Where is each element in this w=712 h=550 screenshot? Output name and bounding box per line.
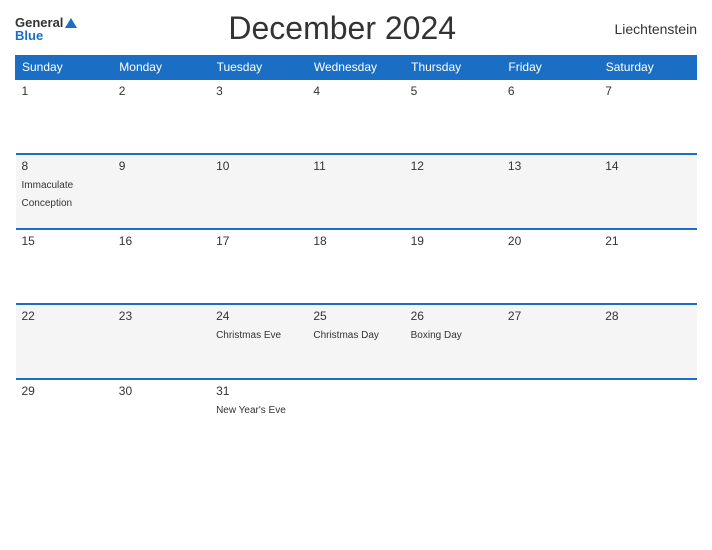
header-tuesday: Tuesday [210,56,307,80]
day-cell-w5-d7 [599,379,696,444]
calendar-table: Sunday Monday Tuesday Wednesday Thursday… [15,55,697,444]
day-cell-w3-d6: 20 [502,229,599,304]
day-number: 20 [508,234,593,248]
day-cell-w3-d2: 16 [113,229,210,304]
day-cell-w2-d3: 10 [210,154,307,229]
day-number: 3 [216,84,301,98]
holiday-name: New Year's Eve [216,405,286,416]
day-cell-w1-d2: 2 [113,79,210,154]
day-number: 4 [313,84,398,98]
holiday-name: Christmas Day [313,330,379,341]
day-cell-w2-d1: 8 Immaculate Conception [16,154,113,229]
day-cell-w3-d5: 19 [405,229,502,304]
day-cell-w2-d2: 9 [113,154,210,229]
day-number: 10 [216,159,301,173]
day-cell-w2-d4: 11 [307,154,404,229]
day-cell-w5-d4 [307,379,404,444]
day-number: 2 [119,84,204,98]
day-cell-w2-d6: 13 [502,154,599,229]
holiday-name: Boxing Day [411,330,462,341]
week-row-2: 8 Immaculate Conception 9 10 11 12 13 14 [16,154,697,229]
header-thursday: Thursday [405,56,502,80]
day-cell-w3-d4: 18 [307,229,404,304]
calendar-container: General Blue December 2024 Liechtenstein… [0,0,712,550]
day-number: 12 [411,159,496,173]
day-number: 5 [411,84,496,98]
header-wednesday: Wednesday [307,56,404,80]
day-cell-w5-d1: 29 [16,379,113,444]
day-number: 14 [605,159,690,173]
week-row-3: 15 16 17 18 19 20 21 [16,229,697,304]
day-cell-w3-d3: 17 [210,229,307,304]
day-number: 22 [22,309,107,323]
day-cell-w5-d3: 31 New Year's Eve [210,379,307,444]
header-sunday: Sunday [16,56,113,80]
day-number: 24 [216,309,301,323]
day-cell-w1-d4: 4 [307,79,404,154]
day-number: 1 [22,84,107,98]
day-cell-w1-d6: 6 [502,79,599,154]
day-cell-w3-d1: 15 [16,229,113,304]
day-number: 9 [119,159,204,173]
day-cell-w5-d2: 30 [113,379,210,444]
day-number: 18 [313,234,398,248]
day-cell-w4-d2: 23 [113,304,210,379]
day-number: 16 [119,234,204,248]
day-number: 11 [313,159,398,173]
calendar-header: General Blue December 2024 Liechtenstein [15,10,697,47]
day-number: 6 [508,84,593,98]
day-number: 7 [605,84,690,98]
day-number: 13 [508,159,593,173]
day-number: 29 [22,384,107,398]
day-number: 26 [411,309,496,323]
day-number: 8 [22,159,107,173]
month-title: December 2024 [77,10,607,47]
day-cell-w2-d7: 14 [599,154,696,229]
day-number: 25 [313,309,398,323]
day-cell-w1-d5: 5 [405,79,502,154]
day-cell-w5-d5 [405,379,502,444]
day-cell-w4-d6: 27 [502,304,599,379]
header-saturday: Saturday [599,56,696,80]
header-monday: Monday [113,56,210,80]
week-row-4: 22 23 24 Christmas Eve 25 Christmas Day 26 Boxi… [16,304,697,379]
day-cell-w4-d1: 22 [16,304,113,379]
day-cell-w1-d3: 3 [210,79,307,154]
day-number: 31 [216,384,301,398]
week-row-1: 1234567 [16,79,697,154]
day-number: 30 [119,384,204,398]
day-cell-w4-d4: 25 Christmas Day [307,304,404,379]
day-number: 17 [216,234,301,248]
logo: General Blue [15,16,77,42]
holiday-name: Christmas Eve [216,330,281,341]
day-cell-w4-d7: 28 [599,304,696,379]
day-cell-w4-d5: 26 Boxing Day [405,304,502,379]
day-number: 21 [605,234,690,248]
day-number: 27 [508,309,593,323]
country-name: Liechtenstein [607,21,697,37]
day-number: 23 [119,309,204,323]
logo-triangle-icon [65,18,77,28]
day-number: 19 [411,234,496,248]
day-number: 15 [22,234,107,248]
day-cell-w1-d7: 7 [599,79,696,154]
header-friday: Friday [502,56,599,80]
holiday-name: Immaculate Conception [22,180,74,209]
day-cell-w4-d3: 24 Christmas Eve [210,304,307,379]
logo-blue-text: Blue [15,29,77,42]
day-number: 28 [605,309,690,323]
weekday-header-row: Sunday Monday Tuesday Wednesday Thursday… [16,56,697,80]
day-cell-w2-d5: 12 [405,154,502,229]
week-row-5: 29 30 31 New Year's Eve [16,379,697,444]
day-cell-w3-d7: 21 [599,229,696,304]
logo-general-text: General [15,16,77,29]
day-cell-w5-d6 [502,379,599,444]
day-cell-w1-d1: 1 [16,79,113,154]
